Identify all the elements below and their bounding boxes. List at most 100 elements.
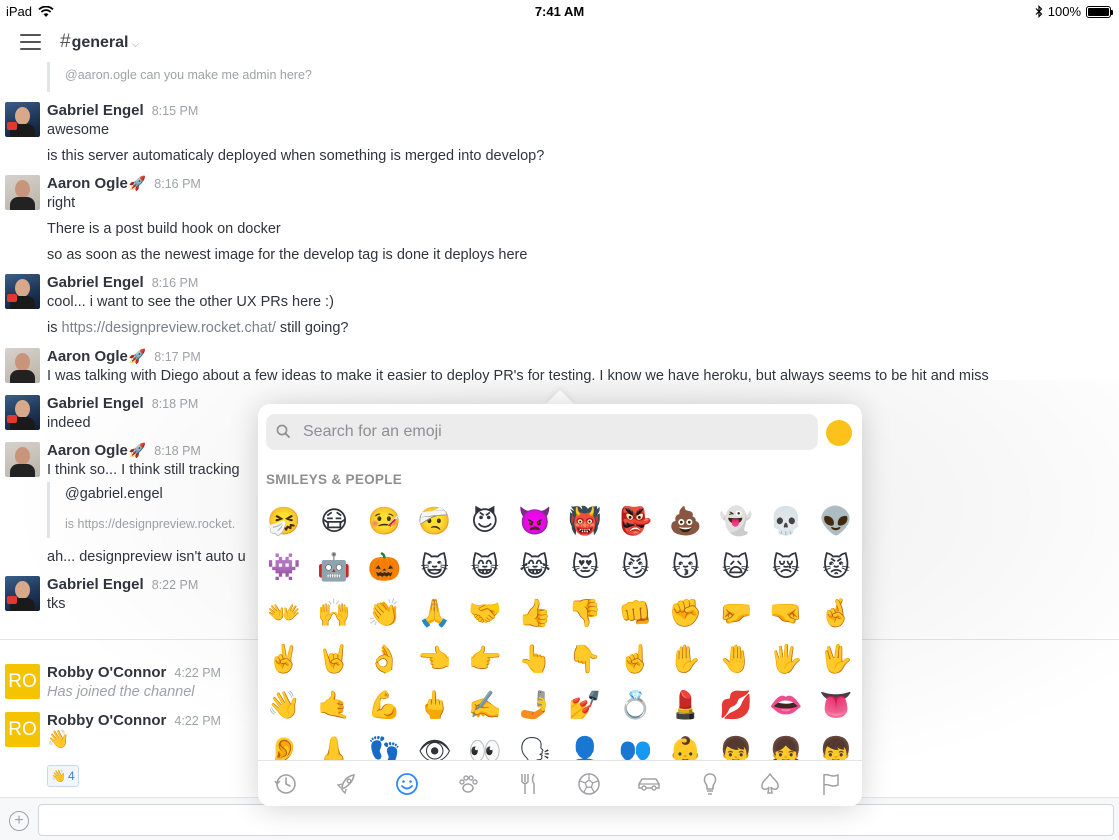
emoji-item[interactable]: 👉 [463, 640, 507, 680]
emoji-item[interactable]: 👅 [814, 686, 858, 726]
message-input[interactable] [38, 804, 1114, 836]
emoji-item[interactable]: 💅 [563, 686, 607, 726]
emoji-item[interactable]: 👊 [613, 594, 657, 634]
rocket-icon[interactable] [333, 770, 363, 798]
emoji-item[interactable]: 👍 [513, 594, 557, 634]
emoji-item[interactable]: 👦 [714, 732, 758, 762]
emoji-item[interactable]: 👤 [563, 732, 607, 762]
author-name[interactable]: Gabriel Engel [47, 274, 144, 291]
emoji-item[interactable]: 🤝 [463, 594, 507, 634]
emoji-item[interactable]: 💀 [764, 502, 808, 542]
emoji-item[interactable]: 🤙 [312, 686, 356, 726]
avatar[interactable] [5, 395, 40, 430]
skin-tone-button[interactable] [826, 420, 852, 446]
emoji-item[interactable]: 🤒 [362, 502, 406, 542]
emoji-item[interactable]: 😷 [312, 502, 356, 542]
paw-icon[interactable] [454, 770, 484, 798]
emoji-item[interactable]: ✌️ [262, 640, 306, 680]
avatar[interactable] [5, 442, 40, 477]
emoji-item[interactable]: 🤧 [262, 502, 306, 542]
emoji-item[interactable]: 👈 [413, 640, 457, 680]
hamburger-menu-icon[interactable] [20, 34, 41, 50]
emoji-item[interactable]: 👐 [262, 594, 306, 634]
emoji-item[interactable]: 🖐 [764, 640, 808, 680]
emoji-item[interactable]: 🤚 [714, 640, 758, 680]
avatar[interactable]: RO [5, 664, 40, 699]
emoji-item[interactable]: 👂 [262, 732, 306, 762]
emoji-item[interactable]: 👧 [764, 732, 808, 762]
recent-icon[interactable] [272, 770, 302, 798]
emoji-item[interactable]: 😻 [563, 548, 607, 588]
emoji-item[interactable]: 👆 [513, 640, 557, 680]
emoji-item[interactable]: 👋 [262, 686, 306, 726]
emoji-item[interactable]: 🖕 [413, 686, 457, 726]
flag-icon[interactable] [817, 770, 847, 798]
emoji-item[interactable]: 🙌 [312, 594, 356, 634]
car-icon[interactable] [635, 770, 665, 798]
emoji-item[interactable]: 👹 [563, 502, 607, 542]
emoji-item[interactable]: 👀 [463, 732, 507, 762]
emoji-item[interactable]: 💍 [613, 686, 657, 726]
emoji-item[interactable]: 🎃 [362, 548, 406, 588]
emoji-item[interactable]: ✋ [664, 640, 708, 680]
emoji-item[interactable]: 🙏 [413, 594, 457, 634]
author-name[interactable]: Aaron Ogle [47, 442, 128, 459]
emoji-item[interactable]: 💪 [362, 686, 406, 726]
avatar[interactable] [5, 274, 40, 309]
emoji-item[interactable]: 🤕 [413, 502, 457, 542]
emoji-item[interactable]: 🤳 [513, 686, 557, 726]
ball-icon[interactable] [575, 770, 605, 798]
emoji-item[interactable]: 👻 [714, 502, 758, 542]
emoji-item[interactable]: 👿 [513, 502, 557, 542]
emoji-item[interactable]: 👾 [262, 548, 306, 588]
avatar[interactable] [5, 102, 40, 137]
emoji-item[interactable]: 👽 [814, 502, 858, 542]
emoji-item[interactable]: 🙀 [714, 548, 758, 588]
avatar[interactable] [5, 348, 40, 383]
add-attachment-icon[interactable]: + [9, 811, 29, 831]
avatar[interactable] [5, 175, 40, 210]
emoji-item[interactable]: 😼 [613, 548, 657, 588]
bulb-icon[interactable] [696, 770, 726, 798]
fork-knife-icon[interactable] [514, 770, 544, 798]
author-name[interactable]: Robby O'Connor [47, 664, 166, 681]
emoji-item[interactable]: 🤛 [714, 594, 758, 634]
emoji-item[interactable]: 👄 [764, 686, 808, 726]
emoji-item[interactable]: 👌 [362, 640, 406, 680]
emoji-item[interactable]: 💋 [714, 686, 758, 726]
emoji-item[interactable]: 🤜 [764, 594, 808, 634]
emoji-item[interactable]: 👺 [613, 502, 657, 542]
emoji-item[interactable]: 👶 [664, 732, 708, 762]
emoji-item[interactable]: 👣 [362, 732, 406, 762]
emoji-item[interactable]: 👦 [814, 732, 858, 762]
avatar[interactable] [5, 576, 40, 611]
smiley-icon[interactable] [393, 770, 423, 798]
emoji-item[interactable]: 👇 [563, 640, 607, 680]
emoji-item[interactable]: 👎 [563, 594, 607, 634]
quoted-user[interactable]: @gabriel.engel [65, 486, 163, 502]
author-name[interactable]: Gabriel Engel [47, 395, 144, 412]
emoji-item[interactable]: 🗣 [513, 732, 557, 762]
emoji-item[interactable]: 👁 [413, 732, 457, 762]
avatar[interactable]: RO [5, 712, 40, 747]
emoji-item[interactable]: ✍️ [463, 686, 507, 726]
emoji-item[interactable]: ✊ [664, 594, 708, 634]
channel-title[interactable]: # general ⌵ [60, 31, 139, 53]
emoji-item[interactable]: ☝️ [613, 640, 657, 680]
emoji-item[interactable]: 💄 [664, 686, 708, 726]
emoji-item[interactable]: 😿 [764, 548, 808, 588]
emoji-item[interactable]: 😈 [463, 502, 507, 542]
reaction-button[interactable]: 👋 4 [47, 765, 79, 787]
author-name[interactable]: Gabriel Engel [47, 102, 144, 119]
emoji-item[interactable]: 🖖 [814, 640, 858, 680]
emoji-item[interactable]: 👃 [312, 732, 356, 762]
emoji-item[interactable]: 👥 [613, 732, 657, 762]
emoji-search-input[interactable]: Search for an emoji [266, 414, 818, 450]
emoji-item[interactable]: 🤖 [312, 548, 356, 588]
emoji-item[interactable]: 🤘 [312, 640, 356, 680]
emoji-item[interactable]: 😹 [513, 548, 557, 588]
spade-icon[interactable] [756, 770, 786, 798]
emoji-item[interactable]: 😾 [814, 548, 858, 588]
author-name[interactable]: Aaron Ogle [47, 175, 128, 192]
emoji-item[interactable]: 😸 [463, 548, 507, 588]
